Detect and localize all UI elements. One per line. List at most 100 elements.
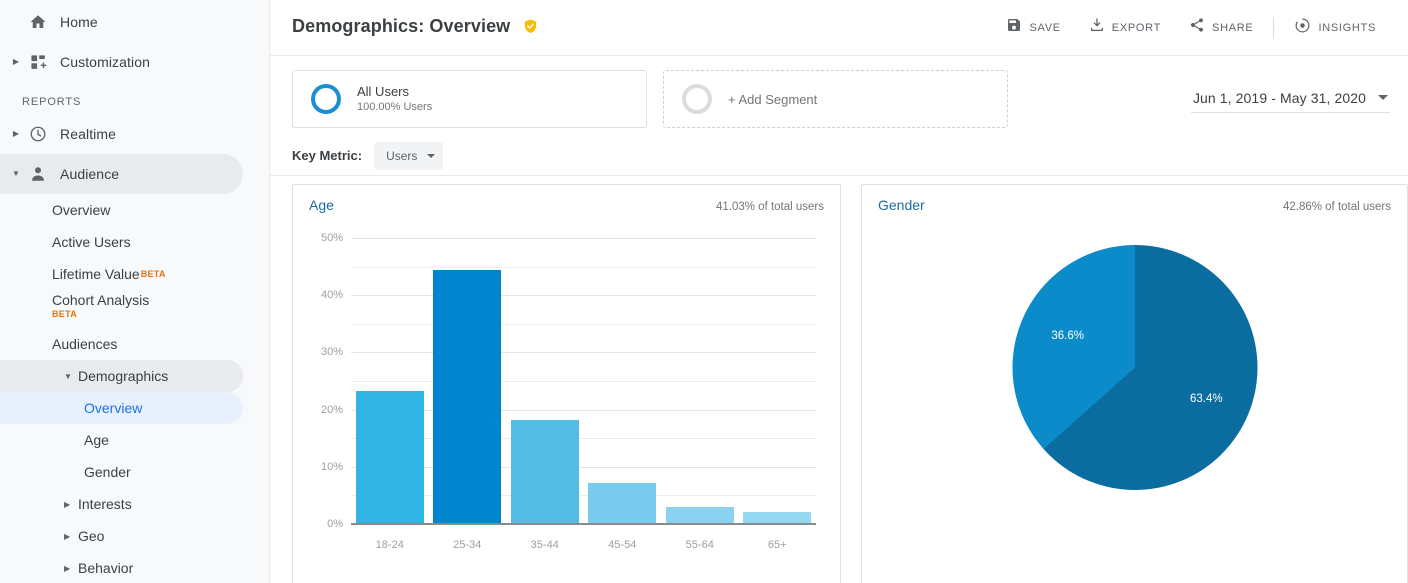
chevron-right-icon[interactable]: ▶ [64,500,70,509]
sidebar-item-behavior-label: Behavior [78,560,133,576]
sidebar: Home ▶ Customization REPORTS ▶ [0,0,270,583]
key-metric-select[interactable]: Users [374,142,443,170]
chevron-right-icon[interactable]: ▶ [8,130,24,138]
scrollbar[interactable] [1402,0,1408,583]
bar-slot [661,239,739,525]
sidebar-item-audience-label: Audience [52,166,119,182]
insights-button[interactable]: INSIGHTS [1280,12,1390,44]
export-label: EXPORT [1112,22,1161,34]
bar-series [351,239,816,525]
bar-slot [584,239,662,525]
x-axis-labels: 18-2425-3435-4445-5455-6465+ [351,539,816,551]
x-axis-tick-label: 25-34 [429,539,507,551]
x-axis-tick-label: 55-64 [661,539,739,551]
sidebar-item-realtime[interactable]: ▶ Realtime [0,114,243,154]
save-button[interactable]: SAVE [992,12,1074,44]
insights-icon [1294,17,1311,39]
age-panel: Age 41.03% of total users 0%10%20%30%40%… [292,184,841,583]
sidebar-item-lifetime-value-label: Lifetime Value [52,266,140,282]
beta-badge: BETA [52,310,149,318]
gender-panel: Gender 42.86% of total users 63.4% 36.6% [861,184,1408,583]
bar-slot [351,239,429,525]
share-icon [1189,17,1205,38]
x-axis-line [351,523,816,525]
sidebar-item-customization[interactable]: ▶ Customization [0,42,243,82]
y-axis-tick-label: 40% [321,289,343,301]
gender-panel-title[interactable]: Gender [878,197,925,213]
sidebar-item-geo-label: Geo [78,528,104,544]
sidebar-item-realtime-label: Realtime [52,126,116,142]
y-axis-tick-label: 0% [327,518,343,530]
chevron-right-icon[interactable]: ▶ [64,532,70,541]
chevron-down-icon [1378,95,1388,100]
sidebar-item-home[interactable]: Home [0,2,243,42]
shield-check-icon [523,18,538,39]
add-segment-ring-icon [682,84,712,114]
main-content: Demographics: Overview SAVE [270,0,1408,583]
bar-45-54[interactable] [588,483,656,525]
page-title-wrap: Demographics: Overview [292,16,538,39]
sidebar-section-reports: REPORTS [0,82,269,114]
gender-panel-meta: 42.86% of total users [1283,201,1391,213]
sidebar-item-overview[interactable]: Overview [0,194,243,226]
pie-graphic[interactable] [1012,245,1257,490]
bar-slot [429,239,507,525]
chevron-down-icon [427,154,435,158]
date-range-picker[interactable]: Jun 1, 2019 - May 31, 2020 [1191,86,1390,113]
sidebar-item-demographics[interactable]: ▼ Demographics [0,360,243,392]
sidebar-item-demographics-age-label: Age [84,432,109,448]
share-label: SHARE [1212,22,1253,34]
sidebar-item-audiences-label: Audiences [52,336,117,352]
chevron-down-icon[interactable]: ▼ [8,170,24,178]
sidebar-item-cohort-analysis[interactable]: Cohort Analysis BETA [0,290,243,328]
add-segment-label: + Add Segment [728,92,817,107]
sidebar-item-overview-label: Overview [52,202,110,218]
save-icon [1006,17,1022,38]
bar-18-24[interactable] [356,391,424,525]
home-icon [24,13,52,31]
chevron-right-icon[interactable]: ▶ [8,58,24,66]
sidebar-item-cohort-analysis-wrap: Cohort Analysis BETA [52,292,149,318]
chevron-down-icon[interactable]: ▼ [64,372,72,381]
sidebar-item-customization-label: Customization [52,54,150,70]
sidebar-item-active-users-label: Active Users [52,234,131,250]
export-button[interactable]: EXPORT [1075,12,1175,44]
sidebar-item-geo[interactable]: ▶ Geo [0,520,243,552]
age-bar-chart: 0%10%20%30%40%50% 18-2425-3435-4445-5455… [303,229,830,559]
bar-35-44[interactable] [511,420,579,525]
panels-container: Age 41.03% of total users 0%10%20%30%40%… [270,176,1408,583]
sidebar-item-home-label: Home [52,14,98,30]
bar-25-34[interactable] [433,270,501,525]
sidebar-item-behavior[interactable]: ▶ Behavior [0,552,243,583]
sidebar-item-lifetime-value[interactable]: Lifetime ValueBETA [0,258,243,290]
x-axis-tick-label: 45-54 [584,539,662,551]
segment-all-users[interactable]: All Users 100.00% Users [292,70,647,128]
y-axis-tick-label: 20% [321,404,343,416]
sidebar-item-demographics-age[interactable]: Age [0,424,243,456]
date-range-label: Jun 1, 2019 - May 31, 2020 [1193,90,1366,106]
sidebar-item-active-users[interactable]: Active Users [0,226,243,258]
chevron-right-icon[interactable]: ▶ [64,564,70,573]
sidebar-item-demographics-overview[interactable]: Overview [0,392,243,424]
segment-ring-icon [311,84,341,114]
segment-sub: 100.00% Users [357,100,432,115]
sidebar-item-interests[interactable]: ▶ Interests [0,488,243,520]
sidebar-item-demographics-label: Demographics [78,368,168,384]
gender-panel-header: Gender 42.86% of total users [862,185,1407,213]
key-metric-label: Key Metric: [292,148,362,163]
sidebar-item-audience[interactable]: ▼ Audience [0,154,243,194]
pie-slice-label-female: 36.6% [1051,330,1084,342]
segment-name: All Users [357,84,432,100]
clock-icon [24,125,52,143]
age-panel-header: Age 41.03% of total users [293,185,840,213]
customization-icon [24,54,52,71]
add-segment-button[interactable]: + Add Segment [663,70,1008,128]
sidebar-item-demographics-gender[interactable]: Gender [0,456,243,488]
y-axis-tick-label: 10% [321,461,343,473]
age-panel-title[interactable]: Age [309,197,334,213]
share-button[interactable]: SHARE [1175,12,1267,44]
sidebar-item-audiences[interactable]: Audiences [0,328,243,360]
sidebar-item-cohort-analysis-label: Cohort Analysis [52,292,149,308]
export-icon [1089,17,1105,38]
person-icon [24,165,52,183]
